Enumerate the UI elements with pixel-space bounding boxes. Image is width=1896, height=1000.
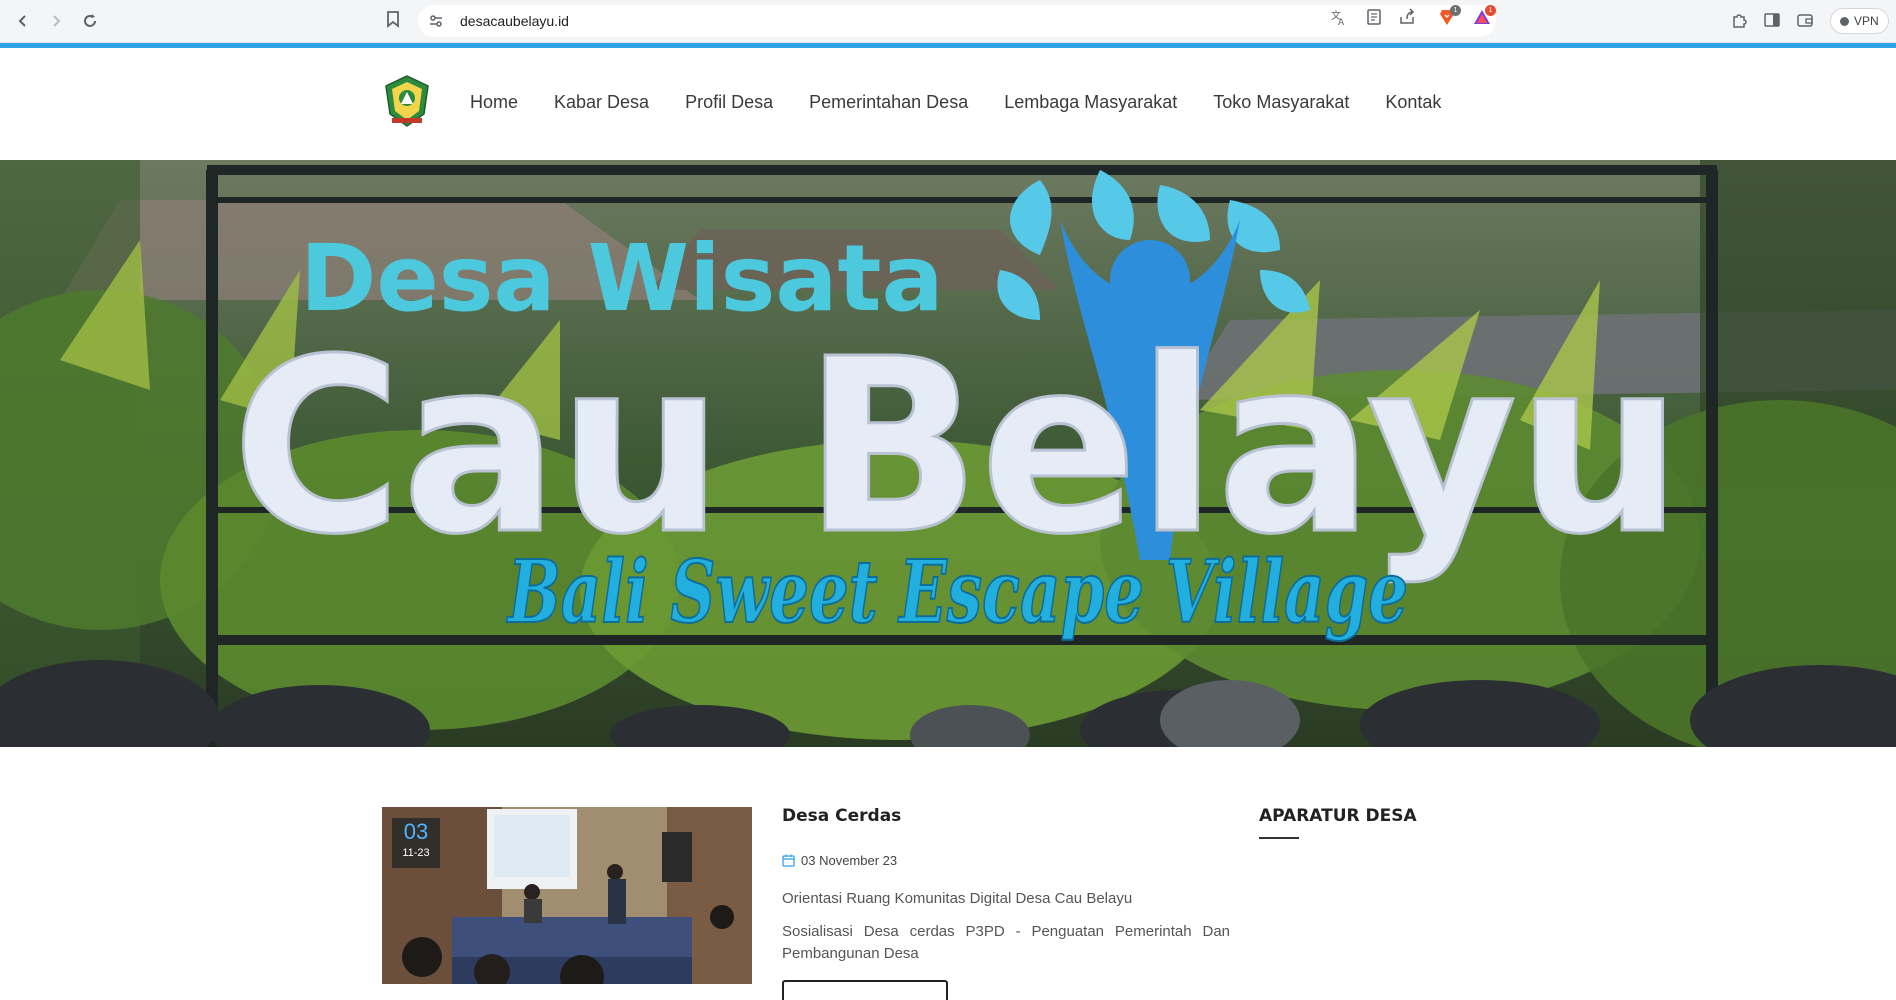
shields-badge: 1: [1450, 5, 1461, 16]
nav-kabar-desa[interactable]: Kabar Desa: [554, 92, 649, 113]
wallet-icon[interactable]: [1796, 11, 1816, 31]
nav-home[interactable]: Home: [470, 92, 518, 113]
hero-banner: Desa Wisata Cau Belayu Bali Sweet Escape…: [0, 160, 1896, 747]
nav-pemerintahan-desa[interactable]: Pemerintahan Desa: [809, 92, 968, 113]
site-header: Home Kabar Desa Profil Desa Pemerintahan…: [0, 48, 1896, 160]
share-icon[interactable]: [1398, 8, 1416, 26]
hero-photo: Desa Wisata Cau Belayu Bali Sweet Escape…: [0, 160, 1896, 747]
url-text[interactable]: desacaubelayu.id: [460, 13, 569, 29]
sidebar-toggle-icon[interactable]: [1763, 11, 1783, 31]
sidebar-title-underline: [1259, 837, 1299, 839]
vpn-label: VPN: [1854, 14, 1879, 28]
post-date-month-year: 11-23: [402, 847, 430, 859]
svg-text:A: A: [1338, 18, 1345, 26]
brave-rewards-icon[interactable]: 1: [1473, 5, 1496, 26]
reader-mode-icon[interactable]: [1365, 8, 1383, 26]
rewards-badge: 1: [1485, 5, 1496, 16]
village-emblem-logo[interactable]: [382, 74, 432, 128]
nav-kontak[interactable]: Kontak: [1385, 92, 1441, 113]
read-more-button[interactable]: [782, 980, 948, 1000]
post-date-text: 03 November 23: [801, 853, 898, 868]
nav-toko-masyarakat[interactable]: Toko Masyarakat: [1213, 92, 1349, 113]
post-date-line: 03 November 23: [782, 853, 897, 868]
site-info-icon[interactable]: [428, 13, 444, 29]
back-icon[interactable]: [12, 10, 34, 32]
bookmark-icon[interactable]: [386, 10, 406, 32]
extensions-icon[interactable]: [1730, 11, 1750, 31]
browser-toolbar: desacaubelayu.id 文A 1 1 VPN: [0, 0, 1896, 43]
hero-line3: Bali Sweet Escape Village: [506, 542, 1408, 643]
translate-icon[interactable]: 文A: [1330, 8, 1348, 28]
nav-profil-desa[interactable]: Profil Desa: [685, 92, 773, 113]
main-navigation: Home Kabar Desa Profil Desa Pemerintahan…: [470, 92, 1441, 113]
forward-icon[interactable]: [45, 10, 67, 32]
post-title[interactable]: Desa Cerdas: [782, 806, 901, 826]
vpn-status-icon: [1840, 16, 1849, 26]
nav-lembaga-masyarakat[interactable]: Lembaga Masyarakat: [1004, 92, 1177, 113]
post-date-day: 03: [403, 819, 429, 844]
post-excerpt-body: Sosialisasi Desa cerdas P3PD - Penguatan…: [782, 923, 1230, 962]
sidebar-title: APARATUR DESA: [1259, 806, 1417, 826]
calendar-icon: [782, 854, 795, 867]
brave-shields-icon[interactable]: 1: [1438, 5, 1461, 26]
post-date-badge: 03 11-23: [392, 818, 440, 868]
post-excerpt-heading: Orientasi Ruang Komunitas Digital Desa C…: [782, 890, 1133, 907]
vpn-button[interactable]: VPN: [1830, 8, 1889, 34]
reload-icon[interactable]: [79, 10, 101, 32]
